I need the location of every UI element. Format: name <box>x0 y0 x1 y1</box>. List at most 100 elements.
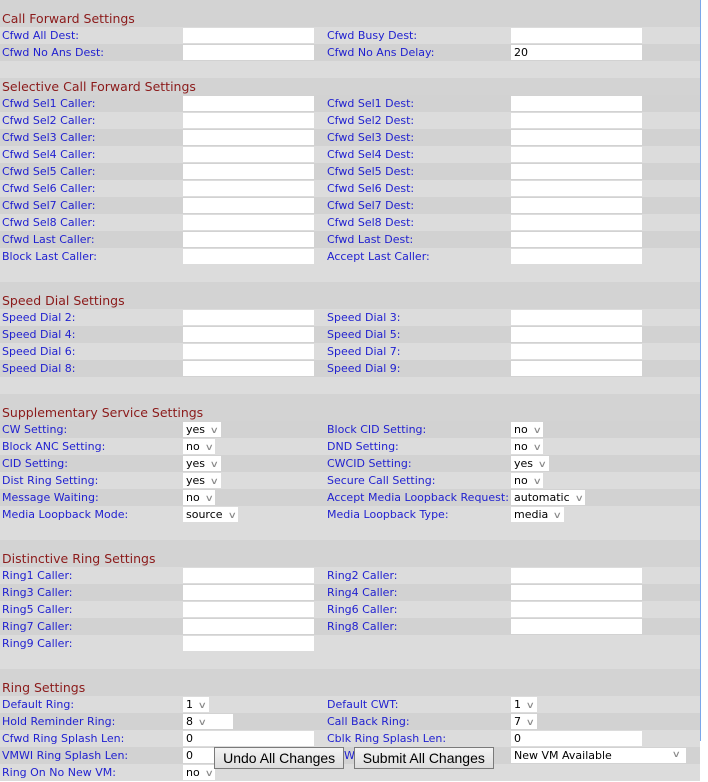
cfwd-last-caller-input[interactable] <box>183 232 314 247</box>
cfwd-sel5-dest-input[interactable] <box>511 164 642 179</box>
section-spacer <box>0 377 700 394</box>
cfwd-no-ans-delay-input[interactable] <box>511 45 642 60</box>
cwcid-setting-select[interactable]: yes ∨ <box>511 456 549 471</box>
default-cwt-select[interactable]: 1 ∨ <box>511 697 537 712</box>
form-row: Ring5 Caller: Ring6 Caller: <box>0 601 700 618</box>
ring5-caller-input[interactable] <box>183 602 314 617</box>
cw-setting-select[interactable]: yes ∨ <box>183 422 221 437</box>
ring3-caller-input[interactable] <box>183 585 314 600</box>
block-last-caller-input[interactable] <box>183 249 314 264</box>
field-label: Ring7 Caller: <box>2 620 73 633</box>
action-buttons: Undo All Changes Submit All Changes <box>0 747 708 769</box>
speed-dial-6-input[interactable] <box>183 344 314 359</box>
ring4-caller-input[interactable] <box>511 585 642 600</box>
form-row: Block Last Caller: Accept Last Caller: <box>0 248 700 265</box>
ring8-caller-input[interactable] <box>511 619 642 634</box>
field-label: Cfwd Sel5 Dest: <box>327 165 415 178</box>
cfwd-sel1-dest-input[interactable] <box>511 96 642 111</box>
cfwd-sel3-caller-input[interactable] <box>183 130 314 145</box>
block-cid-setting-select[interactable]: no ∨ <box>511 422 544 437</box>
cfwd-sel1-caller-input[interactable] <box>183 96 314 111</box>
cfwd-sel3-dest-input[interactable] <box>511 130 642 145</box>
field-label: Dist Ring Setting: <box>2 474 99 487</box>
field-label: Speed Dial 5: <box>327 328 401 341</box>
speed-dial-8-input[interactable] <box>183 361 314 376</box>
form-row: Cfwd Last Caller: Cfwd Last Dest: <box>0 231 700 248</box>
form-row: Block ANC Setting: no ∨ DND Setting: no ∨ <box>0 438 700 455</box>
submit-all-changes-button[interactable]: Submit All Changes <box>353 747 494 769</box>
speed-dial-3-input[interactable] <box>511 310 642 325</box>
form-row: Message Waiting: no ∨ Accept Media Loopback… <box>0 489 700 506</box>
field-label: Cfwd Sel3 Caller: <box>2 131 96 144</box>
cfwd-all-dest-input[interactable] <box>183 28 314 43</box>
ring7-caller-input[interactable] <box>183 619 314 634</box>
form-row: Speed Dial 6: Speed Dial 7: <box>0 343 700 360</box>
section-title-call-forward: Call Forward Settings <box>0 10 700 27</box>
field-label: Block CID Setting: <box>327 423 427 436</box>
field-label: Media Loopback Mode: <box>2 508 129 521</box>
block-anc-setting-select[interactable]: no ∨ <box>183 439 216 454</box>
ring9-caller-input[interactable] <box>183 636 314 651</box>
form-row: Cfwd Sel5 Caller: Cfwd Sel5 Dest: <box>0 163 700 180</box>
cfwd-sel4-dest-input[interactable] <box>511 147 642 162</box>
cid-setting-select[interactable]: yes ∨ <box>183 456 221 471</box>
speed-dial-4-input[interactable] <box>183 327 314 342</box>
field-label: Cfwd Sel7 Caller: <box>2 199 96 212</box>
call-back-ring-select[interactable]: 7 ∨ <box>511 714 537 729</box>
media-loopback-type-select[interactable]: media ∨ <box>511 507 564 522</box>
speed-dial-7-input[interactable] <box>511 344 642 359</box>
form-row: Ring9 Caller: <box>0 635 700 652</box>
message-waiting-select[interactable]: no ∨ <box>183 490 216 505</box>
cfwd-no-ans-dest-input[interactable] <box>183 45 314 60</box>
form-row: Cfwd Sel2 Caller: Cfwd Sel2 Dest: <box>0 112 700 129</box>
form-row: Speed Dial 8: Speed Dial 9: <box>0 360 700 377</box>
cfwd-last-dest-input[interactable] <box>511 232 642 247</box>
field-label: Default Ring: <box>2 698 75 711</box>
speed-dial-9-input[interactable] <box>511 361 642 376</box>
select-value: 8 <box>186 715 193 728</box>
cfwd-sel5-caller-input[interactable] <box>183 164 314 179</box>
cfwd-sel8-caller-input[interactable] <box>183 215 314 230</box>
speed-dial-2-input[interactable] <box>183 310 314 325</box>
accept-media-loopback-request-select[interactable]: automatic ∨ <box>511 490 586 505</box>
cfwd-sel7-dest-input[interactable] <box>511 198 642 213</box>
cfwd-busy-dest-input[interactable] <box>511 28 642 43</box>
dnd-setting-select[interactable]: no ∨ <box>511 439 544 454</box>
form-row: CID Setting: yes ∨ CWCID Setting: yes ∨ <box>0 455 700 472</box>
field-label: Cfwd Sel1 Dest: <box>327 97 415 110</box>
form-row: Cfwd Sel8 Caller: Cfwd Sel8 Dest: <box>0 214 700 231</box>
field-label: DND Setting: <box>327 440 399 453</box>
ring6-caller-input[interactable] <box>511 602 642 617</box>
field-label: Ring4 Caller: <box>327 586 398 599</box>
field-label: Ring2 Caller: <box>327 569 398 582</box>
cblk-ring-splash-len-input[interactable] <box>511 731 642 746</box>
ring1-caller-input[interactable] <box>183 568 314 583</box>
chevron-down-icon: ∨ <box>532 426 542 436</box>
accept-last-caller-input[interactable] <box>511 249 642 264</box>
undo-all-changes-button[interactable]: Undo All Changes <box>214 747 345 769</box>
form-row: Cfwd All Dest: Cfwd Busy Dest: <box>0 27 700 44</box>
media-loopback-mode-select[interactable]: source ∨ <box>183 507 239 522</box>
cfwd-sel8-dest-input[interactable] <box>511 215 642 230</box>
secure-call-setting-select[interactable]: no ∨ <box>511 473 544 488</box>
cfwd-sel6-caller-input[interactable] <box>183 181 314 196</box>
chevron-down-icon: ∨ <box>209 477 219 487</box>
default-ring-select[interactable]: 1 ∨ <box>183 697 209 712</box>
cfwd-sel2-caller-input[interactable] <box>183 113 314 128</box>
form-row: CW Setting: yes ∨ Block CID Setting: no ∨ <box>0 421 700 438</box>
field-label: Cfwd Sel5 Caller: <box>2 165 96 178</box>
cfwd-sel6-dest-input[interactable] <box>511 181 642 196</box>
speed-dial-5-input[interactable] <box>511 327 642 342</box>
select-value: no <box>514 423 528 436</box>
form-row: Media Loopback Mode: source ∨ Media Loopbac… <box>0 506 700 523</box>
cfwd-ring-splash-len-input[interactable] <box>183 731 314 746</box>
field-label: Cfwd Last Dest: <box>327 233 414 246</box>
ring2-caller-input[interactable] <box>511 568 642 583</box>
hold-reminder-ring-select[interactable]: 8 ∨ <box>183 714 233 729</box>
cfwd-sel2-dest-input[interactable] <box>511 113 642 128</box>
cfwd-sel4-caller-input[interactable] <box>183 147 314 162</box>
field-label: Block ANC Setting: <box>2 440 106 453</box>
cfwd-sel7-caller-input[interactable] <box>183 198 314 213</box>
field-label: Cfwd Sel3 Dest: <box>327 131 415 144</box>
dist-ring-setting-select[interactable]: yes ∨ <box>183 473 221 488</box>
